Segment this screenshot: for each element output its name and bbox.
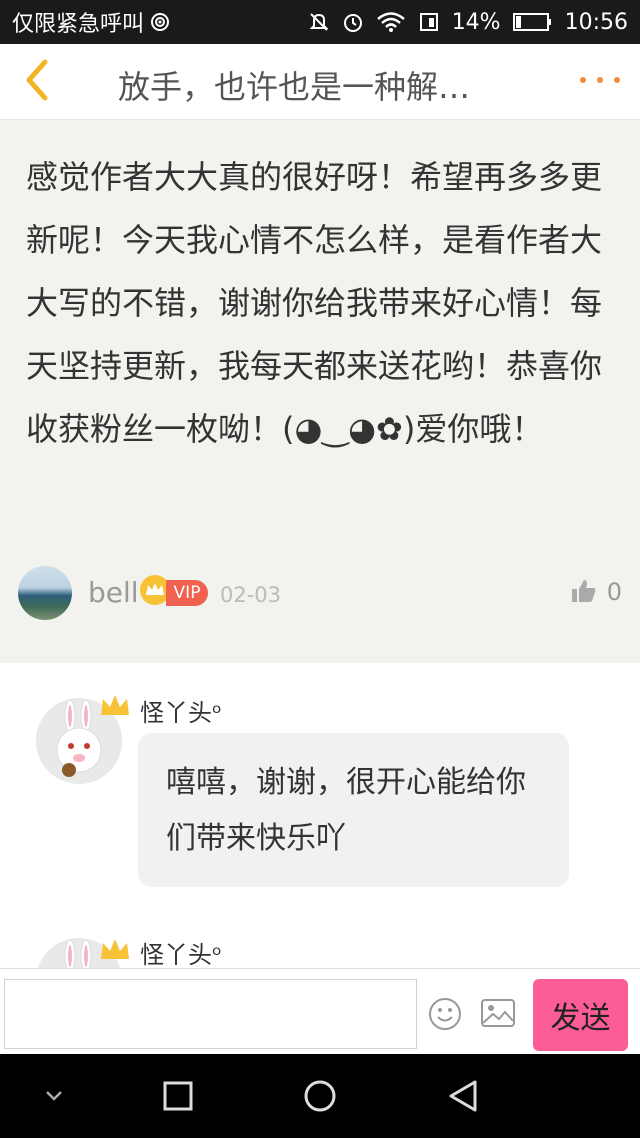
- nav-hide-button[interactable]: [34, 1076, 74, 1116]
- back-button[interactable]: [12, 56, 60, 104]
- page-title: 放手，也许也是一种解…: [118, 68, 471, 102]
- chevron-down-icon: [46, 1091, 62, 1101]
- reply-author-name[interactable]: 怪丫头ᵒ: [140, 935, 222, 968]
- nav-recents-button[interactable]: [158, 1076, 198, 1116]
- post-card: 感觉作者大大真的很好呀！希望再多多更新呢！今天我心情不怎么样，是看作者大大写的不…: [0, 120, 640, 663]
- author-name[interactable]: bell: [88, 576, 139, 609]
- comment-input-bar: 发送: [0, 968, 640, 1054]
- nav-home-button[interactable]: [300, 1076, 340, 1116]
- author-row: bell VIP 02-03 0: [18, 566, 622, 620]
- alarm-icon: [343, 14, 362, 32]
- post-date: 02-03: [220, 583, 282, 607]
- reply-author-name[interactable]: 怪丫头ᵒ: [140, 693, 222, 728]
- reply-item: 怪丫头ᵒ: [0, 903, 640, 968]
- chevron-left-icon: [26, 59, 48, 101]
- mute-icon: [309, 13, 329, 31]
- battery-icon: [512, 13, 551, 31]
- avatar[interactable]: [18, 566, 72, 620]
- app-bar: 放手，也许也是一种解…: [0, 44, 640, 120]
- crown-icon: [101, 695, 129, 715]
- send-button[interactable]: 发送: [533, 979, 628, 1051]
- clock: 10:56: [564, 9, 628, 35]
- wifi-icon: [376, 12, 405, 32]
- more-dot-icon: [614, 77, 620, 83]
- crown-icon: [101, 939, 129, 959]
- triangle-back-icon: [449, 1080, 477, 1112]
- thumbs-up-icon[interactable]: [570, 577, 598, 605]
- post-body: 感觉作者大大真的很好呀！希望再多多更新呢！今天我心情不怎么样，是看作者大大写的不…: [26, 158, 603, 448]
- like-count: 0: [606, 578, 622, 606]
- reply-bubble: 嘻嘻，谢谢，很开心能给你们带来快乐吖: [138, 733, 569, 887]
- circle-icon: [304, 1080, 336, 1112]
- hotspot-icon: [151, 13, 170, 31]
- more-options-button[interactable]: [580, 68, 620, 92]
- nav-back-button[interactable]: [443, 1076, 483, 1116]
- more-dot-icon: [580, 77, 586, 83]
- image-icon[interactable]: [480, 997, 516, 1029]
- more-dot-icon: [597, 77, 603, 83]
- comment-input[interactable]: [4, 979, 417, 1049]
- sim-icon: [419, 13, 438, 31]
- reply-item: 怪丫头ᵒ 嘻嘻，谢谢，很开心能给你们带来快乐吖: [0, 663, 640, 903]
- status-bar: 仅限紧急呼叫 14% 10:56: [0, 0, 640, 44]
- battery-percent: 14%: [451, 9, 501, 35]
- square-icon: [163, 1081, 193, 1111]
- vip-badge: VIP: [166, 580, 208, 606]
- system-nav-bar: [0, 1054, 640, 1138]
- carrier-text: 仅限紧急呼叫: [12, 12, 145, 37]
- emoji-icon[interactable]: [428, 997, 462, 1031]
